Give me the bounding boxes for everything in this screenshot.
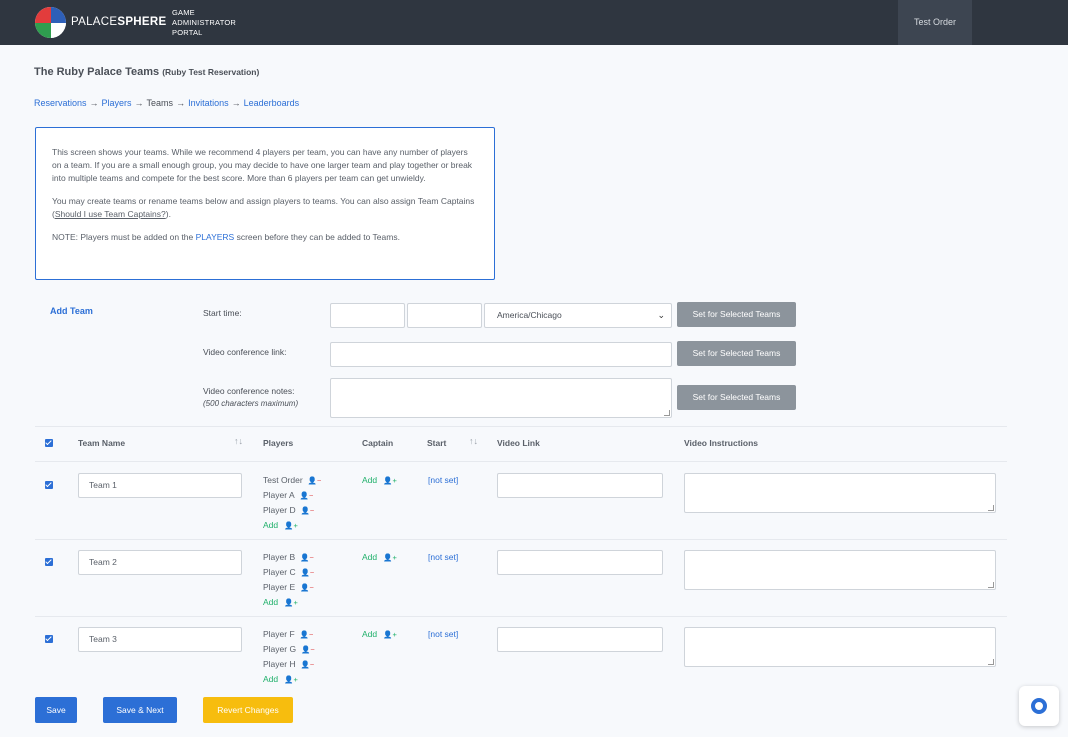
set-video-link-button[interactable]: Set for Selected Teams: [677, 341, 796, 366]
video-instructions-textarea[interactable]: [684, 627, 996, 667]
remove-player-icon[interactable]: 👤−: [300, 628, 314, 642]
add-player-icon[interactable]: 👤+: [284, 519, 298, 533]
teams-info-box: This screen shows your teams. While we r…: [35, 127, 495, 280]
team-2-checkbox[interactable]: [45, 558, 53, 566]
palacesphere-logo-icon[interactable]: [35, 7, 66, 38]
timezone-select[interactable]: America/Chicago ⌄: [484, 303, 672, 328]
player-item: Player B 👤−: [263, 550, 314, 565]
remove-player-icon[interactable]: 👤−: [301, 504, 315, 518]
sort-icon[interactable]: ↑↓: [234, 436, 243, 446]
video-link-input[interactable]: [330, 342, 672, 367]
video-link-header: Video Link: [497, 438, 540, 448]
info-paragraph-3: NOTE: Players must be added on the PLAYE…: [52, 232, 400, 242]
team-start-time[interactable]: [not set]: [428, 552, 458, 562]
breadcrumb-teams-current: Teams: [146, 98, 174, 108]
breadcrumb-players[interactable]: Players: [102, 98, 132, 108]
team-3-checkbox[interactable]: [45, 635, 53, 643]
breadcrumb-reservations[interactable]: Reservations: [34, 98, 87, 108]
sort-icon[interactable]: ↑↓: [469, 436, 478, 446]
top-navbar: PALACESPHERE GAME ADMINISTRATOR PORTAL T…: [0, 0, 1068, 45]
video-instructions-textarea[interactable]: [684, 550, 996, 590]
team-name-header[interactable]: Team Name: [78, 438, 125, 448]
player-item: Player G 👤−: [263, 642, 315, 657]
player-item: Player D 👤−: [263, 503, 321, 518]
start-date-input[interactable]: [330, 303, 405, 328]
remove-player-icon[interactable]: 👤−: [300, 489, 314, 503]
breadcrumb: Reservations → Players → Teams → Invitations → L…: [34, 98, 300, 108]
set-start-time-button[interactable]: Set for Selected Teams: [677, 302, 796, 327]
captain-header: Captain: [362, 438, 394, 448]
user-menu-tab[interactable]: Test Order: [898, 0, 972, 45]
add-captain-icon[interactable]: 👤+: [383, 553, 397, 562]
chevron-down-icon: ⌄: [657, 310, 665, 320]
add-captain-link[interactable]: Add 👤+: [362, 552, 397, 562]
video-link-input[interactable]: [497, 550, 663, 575]
add-player-link[interactable]: Add 👤+: [263, 595, 314, 610]
players-header: Players: [263, 438, 294, 448]
player-item: Player F 👤−: [263, 627, 315, 642]
player-item: Player H 👤−: [263, 657, 315, 672]
revert-changes-button[interactable]: Revert Changes: [203, 697, 293, 723]
remove-player-icon[interactable]: 👤−: [301, 658, 315, 672]
player-item: Player C 👤−: [263, 565, 314, 580]
remove-player-icon[interactable]: 👤−: [300, 581, 314, 595]
add-player-icon[interactable]: 👤+: [284, 596, 298, 610]
team-1-players: Test Order 👤− Player A 👤− Player D 👤− Add 👤+: [263, 473, 321, 533]
help-widget-button[interactable]: [1019, 686, 1059, 726]
add-captain-icon[interactable]: 👤+: [383, 630, 397, 639]
add-captain-link[interactable]: Add 👤+: [362, 475, 397, 485]
video-link-input[interactable]: [497, 627, 663, 652]
remove-player-icon[interactable]: 👤−: [300, 551, 314, 565]
team-2-players: Player B 👤− Player C 👤− Player E 👤− Add 👤+: [263, 550, 314, 610]
remove-player-icon[interactable]: 👤−: [308, 474, 322, 488]
add-player-link[interactable]: Add 👤+: [263, 672, 315, 687]
team-3-players: Player F 👤− Player G 👤− Player H 👤− Add 👤+: [263, 627, 315, 687]
video-link-label: Video conference link:: [203, 347, 287, 357]
page-title: The Ruby Palace Teams (Ruby Test Reserva…: [34, 66, 260, 78]
start-time-label: Start time:: [203, 308, 242, 318]
video-instructions-header: Video Instructions: [684, 438, 758, 448]
players-screen-link[interactable]: PLAYERS: [196, 232, 235, 242]
add-captain-icon[interactable]: 👤+: [383, 476, 397, 485]
remove-player-icon[interactable]: 👤−: [301, 643, 315, 657]
add-team-link[interactable]: Add Team: [50, 306, 93, 316]
select-all-checkbox[interactable]: [45, 439, 53, 447]
team-1-checkbox[interactable]: [45, 481, 53, 489]
video-link-input[interactable]: [497, 473, 663, 498]
set-video-notes-button[interactable]: Set for Selected Teams: [677, 385, 796, 410]
add-player-icon[interactable]: 👤+: [284, 673, 298, 687]
lifebuoy-icon: [1031, 698, 1047, 714]
player-item: Test Order 👤−: [263, 473, 321, 488]
player-item: Player A 👤−: [263, 488, 321, 503]
portal-name: GAME ADMINISTRATOR PORTAL: [172, 8, 236, 37]
team-name-input[interactable]: Team 1: [78, 473, 242, 498]
team-name-input[interactable]: Team 2: [78, 550, 242, 575]
team-start-time[interactable]: [not set]: [428, 475, 458, 485]
brand-name[interactable]: PALACESPHERE: [71, 16, 166, 28]
video-instructions-textarea[interactable]: [684, 473, 996, 513]
add-player-link[interactable]: Add 👤+: [263, 518, 321, 533]
save-next-button[interactable]: Save & Next: [103, 697, 177, 723]
video-notes-textarea[interactable]: [330, 378, 672, 418]
team-name-input[interactable]: Team 3: [78, 627, 242, 652]
team-captains-help-link[interactable]: Should I use Team Captains?: [55, 209, 166, 219]
remove-player-icon[interactable]: 👤−: [301, 566, 315, 580]
breadcrumb-invitations[interactable]: Invitations: [188, 98, 229, 108]
info-paragraph-2: You may create teams or rename teams bel…: [52, 196, 475, 219]
player-item: Player E 👤−: [263, 580, 314, 595]
save-button[interactable]: Save: [35, 697, 77, 723]
video-notes-label: Video conference notes: (500 characters m…: [203, 386, 299, 408]
start-header[interactable]: Start: [427, 438, 446, 448]
team-start-time[interactable]: [not set]: [428, 629, 458, 639]
add-captain-link[interactable]: Add 👤+: [362, 629, 397, 639]
start-time-input[interactable]: [407, 303, 482, 328]
info-paragraph-1: This screen shows your teams. While we r…: [52, 147, 473, 183]
breadcrumb-leaderboards[interactable]: Leaderboards: [244, 98, 300, 108]
